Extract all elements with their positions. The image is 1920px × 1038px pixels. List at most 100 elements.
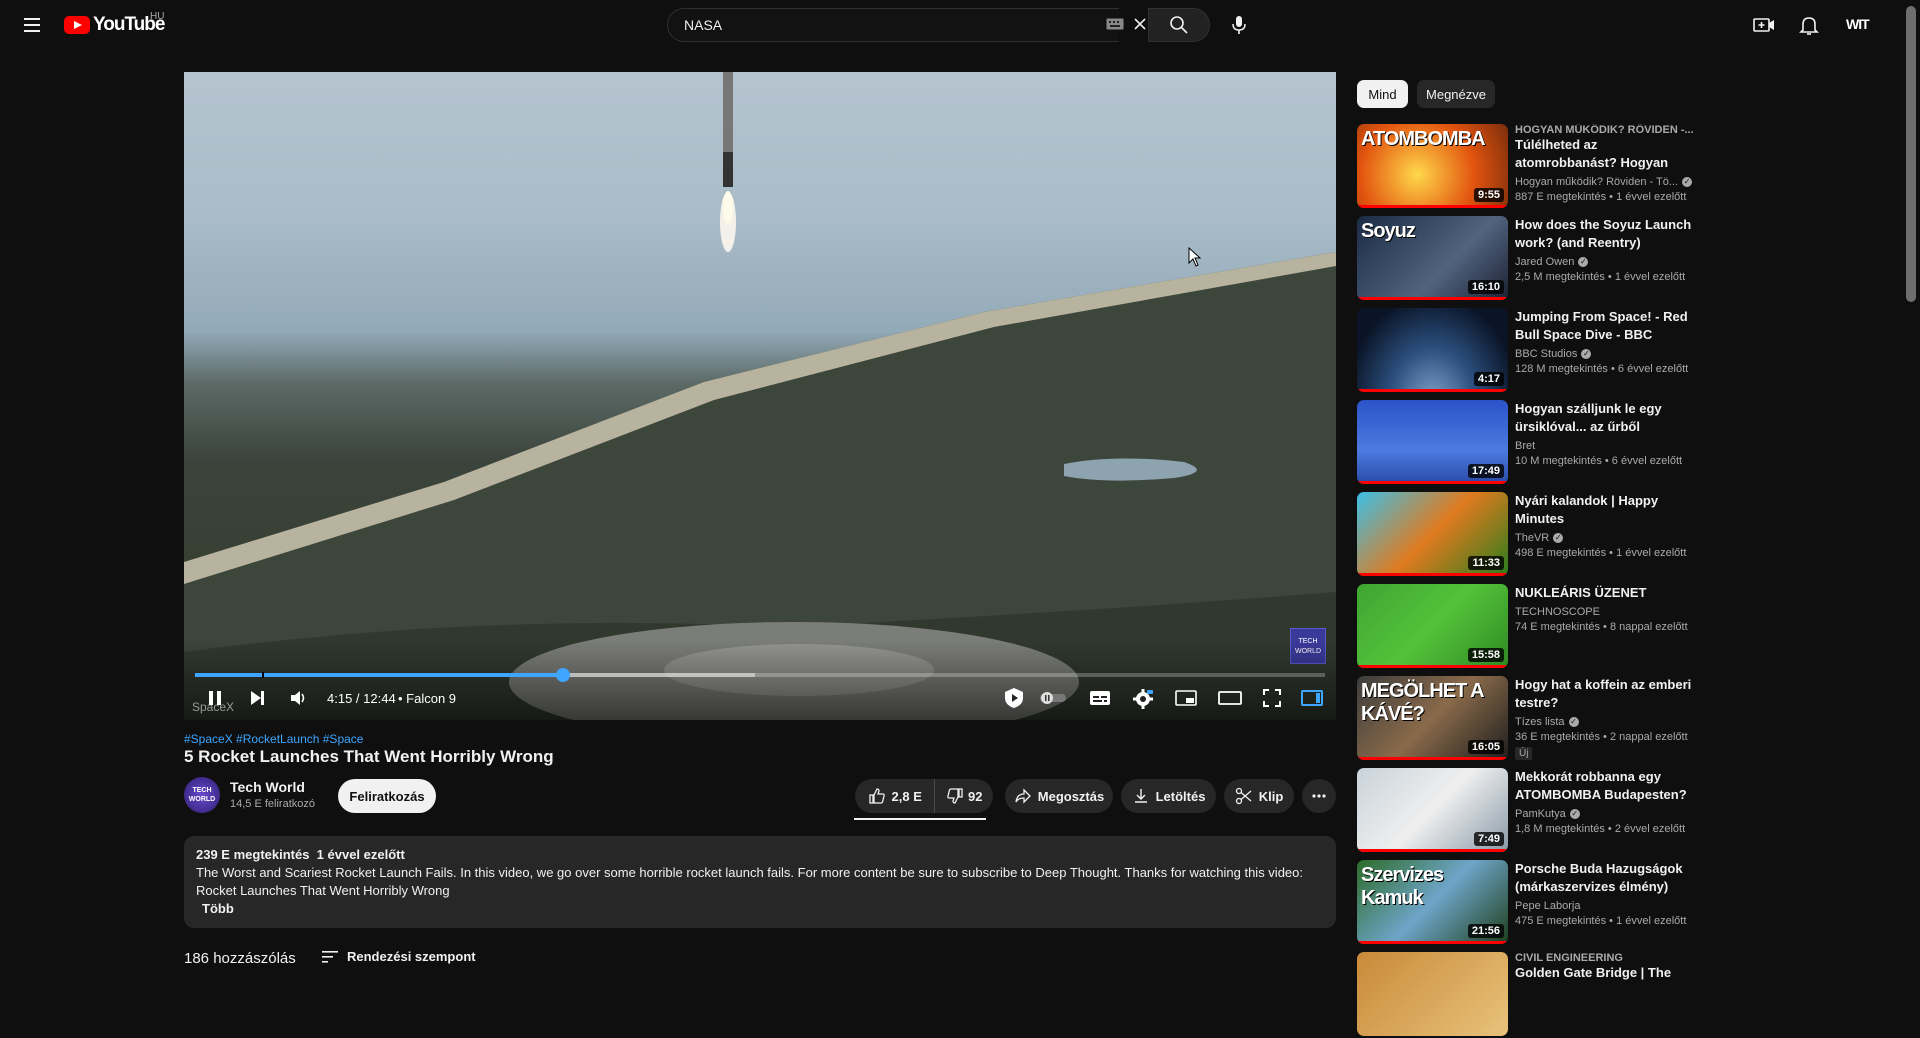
autoplay-toggle[interactable]: [1038, 691, 1068, 705]
mute-button[interactable]: [288, 688, 308, 708]
channel-name[interactable]: Tech World: [230, 779, 305, 795]
recommendation-item[interactable]: 11:33 Nyári kalandok | Happy Minutes TheVR…: [1357, 492, 1697, 578]
recommendation-title[interactable]: Porsche Buda Hazugságok (márkaszervizes …: [1515, 860, 1697, 896]
recommendation-item[interactable]: MEGÖLHET A KÁVÉ? 16:05 Hogy hat a koffein …: [1357, 676, 1697, 762]
recommendation-title[interactable]: Túlélheted az atomrobbanást? Hogyan műkö…: [1515, 136, 1697, 172]
scrollbar-thumb[interactable]: [1906, 6, 1916, 302]
volume-icon: [291, 691, 305, 705]
channel-avatar[interactable]: TECH WORLD: [184, 777, 220, 813]
thumbnail-text: Szervizes Kamuk: [1361, 864, 1444, 909]
recommendation-channel[interactable]: TheVR ✓: [1515, 532, 1697, 544]
video-hashtags[interactable]: #SpaceX #RocketLaunch #Space: [184, 732, 363, 746]
keyboard-icon[interactable]: [1106, 18, 1124, 30]
fullscreen-button[interactable]: [1262, 688, 1282, 708]
subscribe-button[interactable]: Feliratkozás: [338, 779, 436, 813]
video-thumbnail[interactable]: MEGÖLHET A KÁVÉ? 16:05: [1357, 676, 1508, 760]
like-button[interactable]: 2,8 E: [855, 779, 936, 813]
recommendation-title[interactable]: Nyári kalandok | Happy Minutes: [1515, 492, 1697, 528]
recommendation-title[interactable]: Hogyan szálljunk le egy ürsiklóval... az…: [1515, 400, 1697, 436]
recommendation-title[interactable]: NUKLEÁRIS ÜZENET: [1515, 584, 1697, 602]
sort-comments-button[interactable]: Rendezési szempont: [321, 949, 476, 964]
verified-check-icon: ✓: [1568, 717, 1579, 727]
share-button[interactable]: Megosztás: [1005, 779, 1113, 813]
recommendation-item[interactable]: 15:58 NUKLEÁRIS ÜZENET TECHNOSCOPE 74 E meg…: [1357, 584, 1697, 670]
recommendation-details: Hogy hat a koffein az emberi testre? Tíze…: [1515, 676, 1697, 760]
menu-button[interactable]: [18, 12, 46, 38]
watched-progress: [1357, 481, 1508, 484]
video-thumbnail[interactable]: 15:58: [1357, 584, 1508, 668]
recommendation-item[interactable]: Soyuz 16:10 How does the Soyuz Launch work…: [1357, 216, 1697, 302]
like-dislike-group: 2,8 E 92: [855, 779, 993, 813]
recommendation-stats: 128 M megtekintés • 6 évvel ezelőtt: [1515, 363, 1689, 375]
view-count-date: 239 E megtekintés 1 évvel ezelőtt: [196, 847, 405, 862]
show-more-button[interactable]: Több: [202, 900, 1324, 918]
video-thumbnail[interactable]: 11:33: [1357, 492, 1508, 576]
youtube-logo[interactable]: YouTube HU: [64, 11, 165, 37]
time-display: 4:15 / 12:44: [327, 691, 396, 706]
video-thumbnail[interactable]: 7:49: [1357, 768, 1508, 852]
recommendation-title[interactable]: Jumping From Space! - Red Bull Space Div…: [1515, 308, 1697, 344]
recommendation-item[interactable]: Szervizes Kamuk 21:56 Porsche Buda Hazugsá…: [1357, 860, 1697, 946]
chip-all[interactable]: Mind: [1357, 80, 1408, 108]
dislike-button[interactable]: 92: [935, 779, 993, 813]
recommendation-channel[interactable]: PamKutya ✓: [1515, 808, 1697, 820]
recommendation-item[interactable]: 4:17 Jumping From Space! - Red Bull Space…: [1357, 308, 1697, 394]
recommendation-title[interactable]: Hogy hat a koffein az emberi testre?: [1515, 676, 1697, 712]
settings-button[interactable]: [1132, 688, 1154, 710]
ambient-mode-button[interactable]: [1300, 688, 1324, 708]
share-icon: [1015, 788, 1031, 804]
recommendation-item[interactable]: 7:49 Mekkorát robbanna egy ATOMBOMBA Buda…: [1357, 768, 1697, 854]
more-actions-button[interactable]: [1302, 779, 1336, 813]
search-input[interactable]: [684, 9, 1014, 41]
recommendation-title[interactable]: How does the Soyuz Launch work? (and Ree…: [1515, 216, 1697, 252]
video-thumbnail[interactable]: 4:17: [1357, 308, 1508, 392]
like-icon: [868, 788, 885, 804]
theater-mode-button[interactable]: [1218, 688, 1242, 708]
video-duration: 16:10: [1467, 280, 1504, 294]
thumbnail-text: ATOMBOMBA: [1361, 128, 1486, 150]
recommendation-item[interactable]: 17:49 Hogyan szálljunk le egy ürsiklóval.…: [1357, 400, 1697, 486]
clip-button[interactable]: Klip: [1224, 779, 1294, 813]
recommendation-stats: 2,5 M megtekintés • 1 évvel ezelőtt: [1515, 271, 1686, 283]
like-count: 2,8 E: [891, 788, 922, 804]
clear-icon[interactable]: [1130, 14, 1150, 34]
recommendation-title[interactable]: Golden Gate Bridge | The: [1515, 964, 1697, 982]
recommendation-channel[interactable]: BBC Studios ✓: [1515, 348, 1697, 360]
search-button[interactable]: [1148, 8, 1210, 42]
recommendation-details: HOGYAN MŰKÖDIK? RÖVIDEN -... Túlélheted a…: [1515, 124, 1697, 203]
video-thumbnail[interactable]: Szervizes Kamuk 21:56: [1357, 860, 1508, 944]
recommendation-channel[interactable]: Bret: [1515, 440, 1697, 452]
recommendation-details: How does the Soyuz Launch work? (and Ree…: [1515, 216, 1697, 283]
voice-search-button[interactable]: [1222, 8, 1256, 42]
video-player[interactable]: [184, 72, 1336, 720]
description-box[interactable]: 239 E megtekintés 1 évvel ezelőtt The Wo…: [184, 836, 1336, 928]
video-thumbnail[interactable]: 17:49: [1357, 400, 1508, 484]
video-thumbnail[interactable]: Soyuz 16:10: [1357, 216, 1508, 300]
recommendation-channel[interactable]: TECHNOSCOPE: [1515, 606, 1697, 618]
recommendation-title[interactable]: Mekkorát robbanna egy ATOMBOMBA Budapest…: [1515, 768, 1697, 804]
pause-button[interactable]: [205, 688, 225, 708]
recommendation-item[interactable]: ATOMBOMBA 9:55 HOGYAN MŰKÖDIK? RÖVIDEN -..…: [1357, 124, 1697, 210]
chapter-title[interactable]: • Falcon 9: [398, 691, 456, 706]
recommendation-item[interactable]: CIVIL ENGINEERING Golden Gate Bridge | Th…: [1357, 952, 1697, 1038]
video-thumbnail[interactable]: [1357, 952, 1508, 1036]
download-button[interactable]: Letöltés: [1121, 779, 1216, 813]
video-thumbnail[interactable]: ATOMBOMBA 9:55: [1357, 124, 1508, 208]
chip-watched[interactable]: Megnézve: [1417, 80, 1495, 108]
recommendation-channel[interactable]: Tízes lista ✓: [1515, 716, 1697, 728]
recommendation-channel[interactable]: Jared Owen ✓: [1515, 256, 1697, 268]
search-box[interactable]: [667, 8, 1119, 42]
video-duration: 11:33: [1468, 556, 1504, 570]
notifications-button[interactable]: [1797, 13, 1821, 37]
sponsor-button[interactable]: [1002, 686, 1026, 710]
miniplayer-button[interactable]: [1175, 688, 1197, 708]
create-button[interactable]: [1752, 13, 1776, 37]
subtitles-button[interactable]: [1089, 688, 1111, 708]
recommendation-details: Porsche Buda Hazugságok (márkaszervizes …: [1515, 860, 1697, 927]
account-avatar[interactable]: WIT: [1846, 16, 1870, 32]
clip-icon: [1235, 787, 1252, 805]
create-icon: [1753, 18, 1774, 32]
next-button[interactable]: [247, 688, 267, 708]
recommendation-channel[interactable]: Hogyan működik? Röviden - Tö... ✓: [1515, 176, 1697, 188]
recommendation-channel[interactable]: Pepe Laborja: [1515, 900, 1697, 912]
